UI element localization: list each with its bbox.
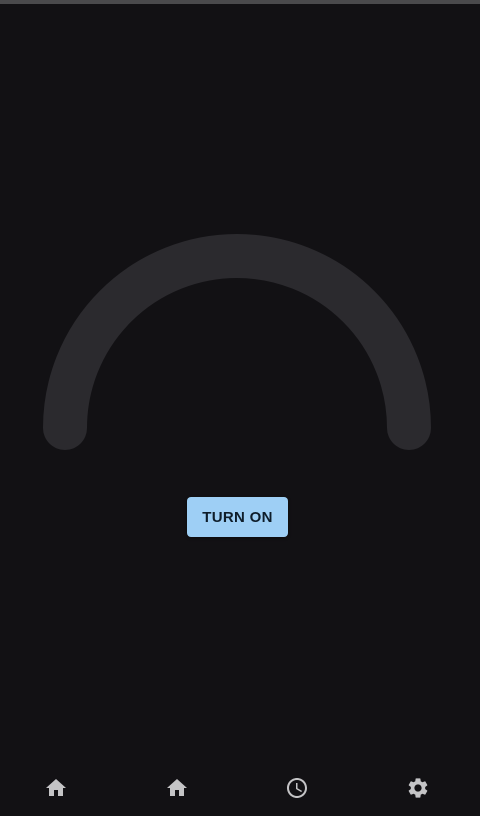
home-icon — [167, 779, 187, 796]
nav-home-icon[interactable] — [42, 774, 70, 802]
home-icon — [46, 779, 66, 796]
level-gauge — [0, 0, 480, 816]
nav-home-2-icon[interactable] — [163, 774, 191, 802]
nav-settings-icon[interactable] — [404, 774, 432, 802]
top-progress-bar — [0, 0, 480, 4]
gauge-track — [43, 234, 431, 450]
gauge-arc — [43, 234, 431, 450]
bottom-navigation — [0, 758, 480, 816]
turn-on-button[interactable]: TURN ON — [187, 497, 288, 537]
clock-icon — [287, 778, 307, 798]
nav-schedule-icon[interactable] — [283, 774, 311, 802]
gear-icon — [408, 778, 428, 798]
